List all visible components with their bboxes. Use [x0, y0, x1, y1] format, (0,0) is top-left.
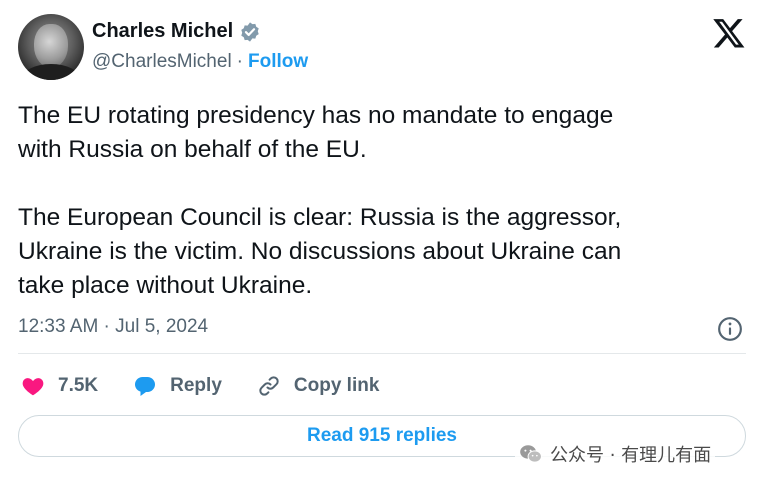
author-name[interactable]: Charles Michel: [92, 20, 233, 43]
like-button[interactable]: 7.5K: [20, 374, 98, 398]
divider: [18, 353, 746, 354]
tweet-text: The EU rotating presidency has no mandat…: [18, 102, 622, 299]
info-icon[interactable]: [717, 316, 743, 342]
action-bar: 7.5K Reply Copy link: [20, 372, 413, 400]
avatar[interactable]: [18, 14, 84, 80]
copy-link-button[interactable]: Copy link: [256, 374, 380, 398]
author-handle[interactable]: @CharlesMichel: [92, 51, 232, 73]
avatar-face: [34, 24, 68, 68]
reply-button[interactable]: Reply: [132, 374, 222, 398]
watermark: 公众号 · 有理儿有面: [515, 439, 716, 469]
x-logo-icon[interactable]: [712, 16, 746, 50]
heart-icon: [22, 378, 44, 396]
follow-button[interactable]: Follow: [248, 51, 308, 73]
author-name-row: Charles Michel: [92, 20, 261, 43]
like-count: 7.5K: [58, 375, 99, 396]
separator-dot: ·: [236, 51, 243, 72]
tweet-timestamp[interactable]: 12:33 AM · Jul 5, 2024: [18, 316, 208, 338]
wechat-icon: [520, 445, 542, 463]
link-icon: [259, 376, 279, 396]
copy-link-label: Copy link: [293, 375, 380, 396]
reply-bubble-icon: [135, 377, 156, 396]
read-replies-label: Read 915 replies: [307, 425, 457, 446]
watermark-text: 公众号 · 有理儿有面: [550, 445, 712, 466]
verified-badge-icon: [241, 21, 259, 42]
reply-label: Reply: [170, 375, 222, 396]
handle-row: @CharlesMichel · Follow: [92, 51, 308, 73]
avatar-body: [22, 64, 80, 80]
